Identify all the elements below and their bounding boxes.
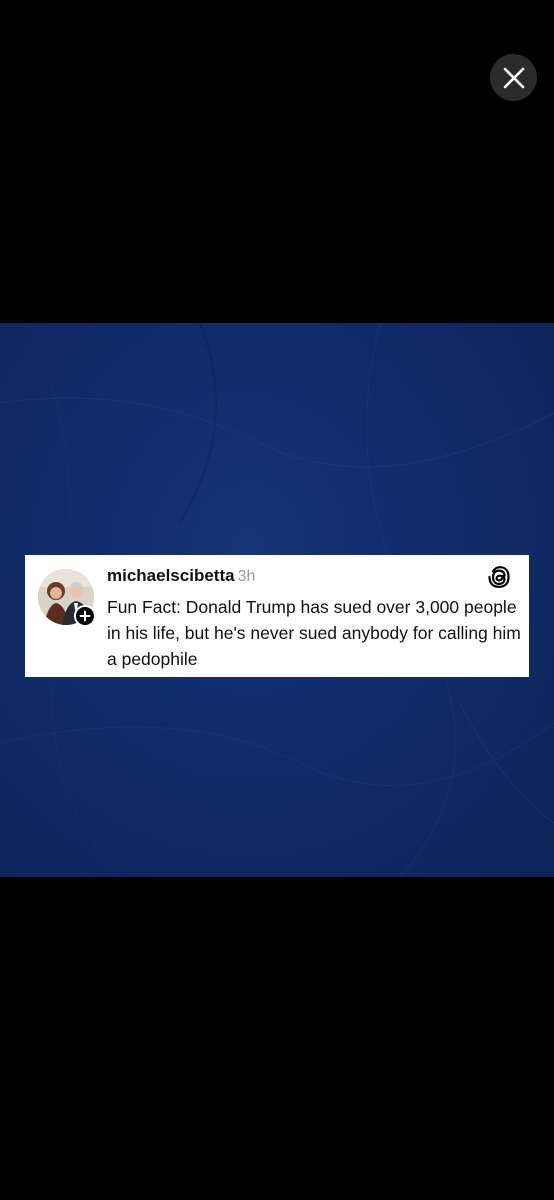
timestamp: 3h: [237, 568, 256, 585]
shared-image: michaelscibetta 3h Fun Fact: Donald Trump…: [0, 323, 554, 877]
image-viewer: michaelscibetta 3h Fun Fact: Donald Trump…: [0, 0, 554, 1200]
threads-post-card: michaelscibetta 3h Fun Fact: Donald Trump…: [25, 555, 529, 677]
plus-icon: [79, 610, 91, 622]
threads-logo-icon: [488, 566, 510, 588]
close-button[interactable]: [490, 54, 537, 101]
post-body: Fun Fact: Donald Trump has sued over 3,0…: [107, 597, 521, 669]
post-header: michaelscibetta 3h: [107, 565, 255, 588]
close-icon: [503, 67, 524, 88]
follow-badge[interactable]: [74, 605, 96, 627]
username[interactable]: michaelscibetta: [107, 566, 235, 585]
